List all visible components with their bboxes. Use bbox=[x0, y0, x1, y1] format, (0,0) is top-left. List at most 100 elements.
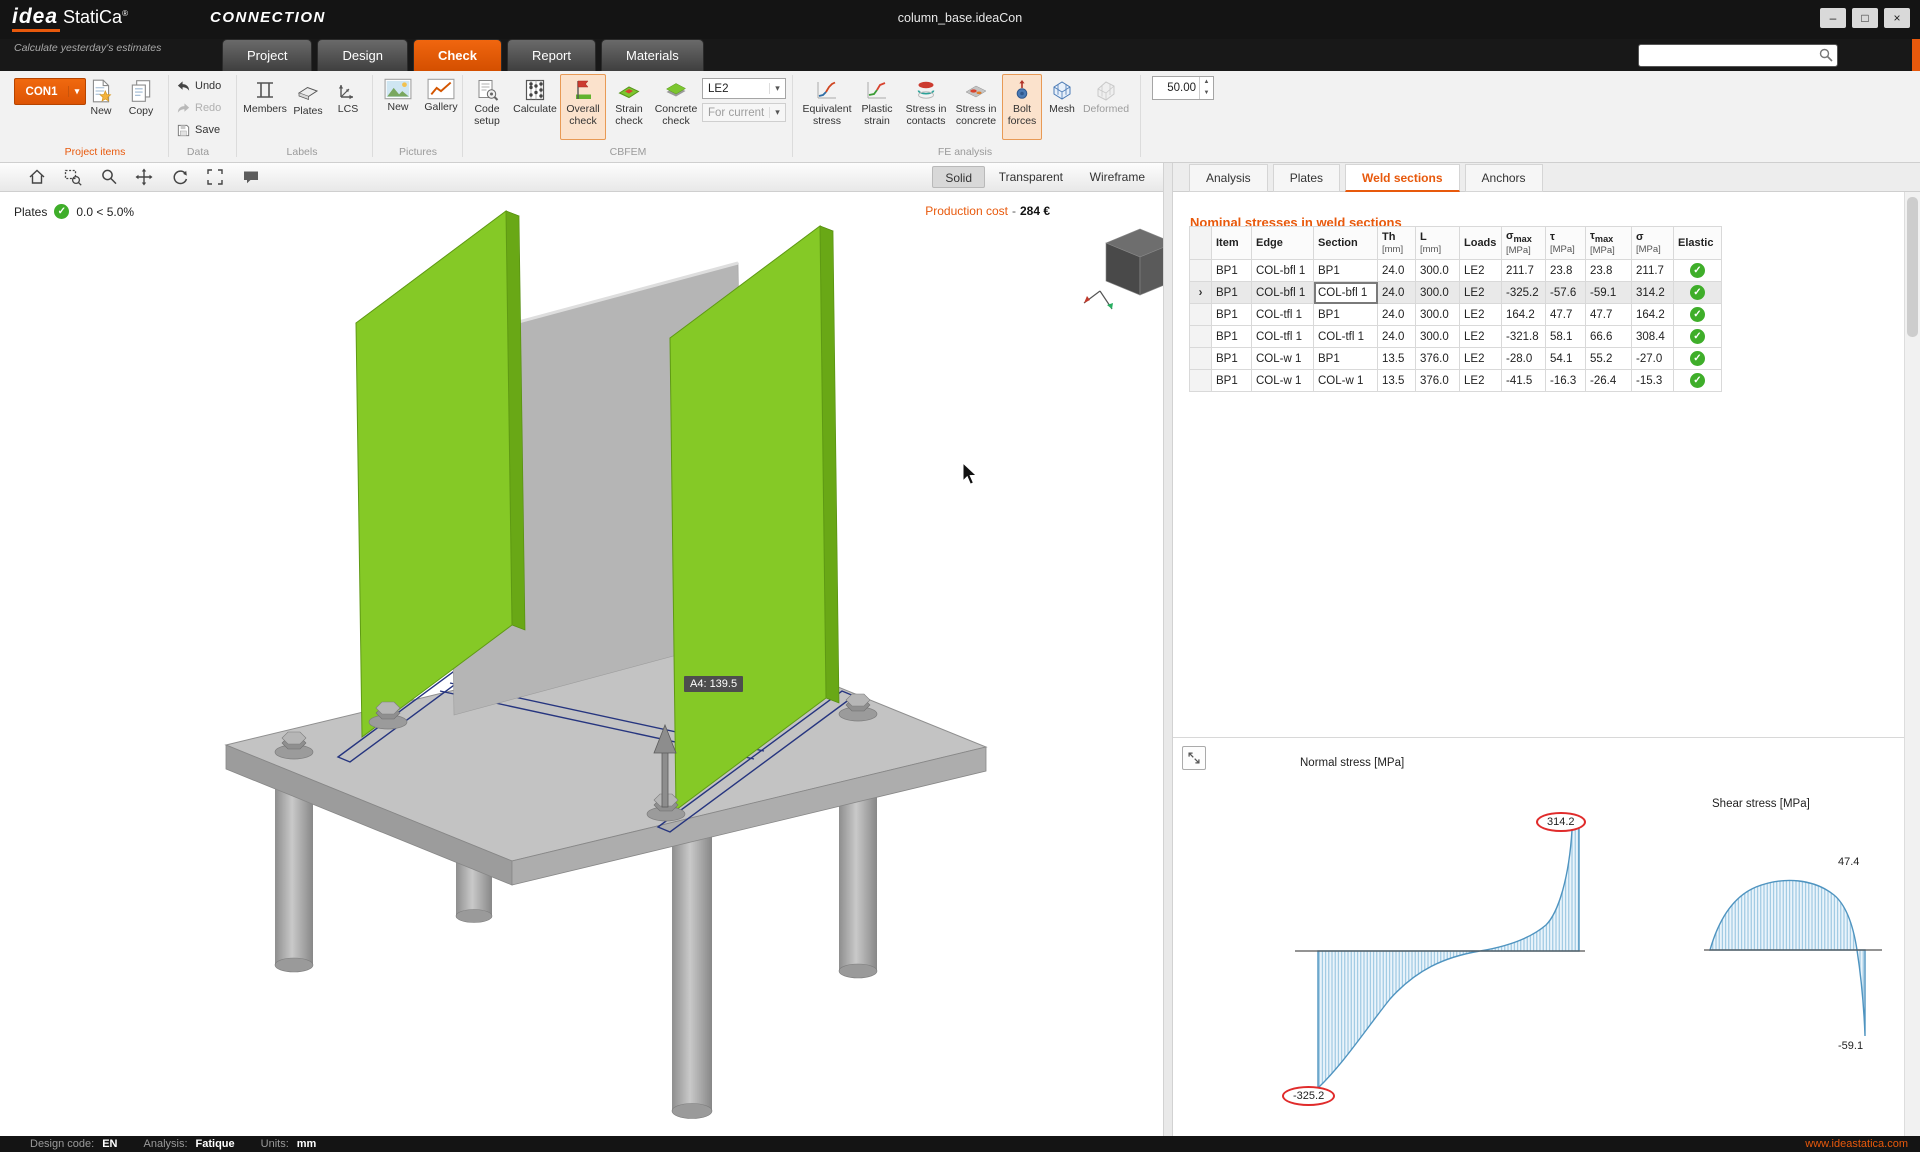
bolt-forces-button[interactable]: Bolt forces bbox=[1002, 74, 1042, 140]
website-link[interactable]: www.ideastatica.com bbox=[1805, 1138, 1908, 1150]
tab-anchors[interactable]: Anchors bbox=[1465, 164, 1543, 192]
tab-check[interactable]: Check bbox=[413, 39, 502, 71]
cell-th[interactable]: 13.5 bbox=[1378, 370, 1416, 392]
row-selector[interactable] bbox=[1190, 348, 1212, 370]
cell-section[interactable]: BP1 bbox=[1314, 260, 1378, 282]
cell-loads[interactable]: LE2 bbox=[1460, 304, 1502, 326]
redo-button[interactable]: Redo bbox=[176, 98, 221, 118]
load-case-dropdown[interactable]: LE2▾ bbox=[702, 78, 786, 99]
column-header-th[interactable]: Th[mm] bbox=[1378, 227, 1416, 260]
cell-t[interactable]: -57.6 bbox=[1546, 282, 1586, 304]
search-icon[interactable] bbox=[1818, 47, 1834, 68]
tab-materials[interactable]: Materials bbox=[601, 39, 704, 71]
row-selector[interactable]: › bbox=[1190, 282, 1212, 304]
code-setup-button[interactable]: Code setup bbox=[464, 74, 510, 140]
column-header-edge[interactable]: Edge bbox=[1252, 227, 1314, 260]
cell-section[interactable]: COL-bfl 1 bbox=[1314, 282, 1378, 304]
cell-section[interactable]: COL-w 1 bbox=[1314, 370, 1378, 392]
labels-members-toggle[interactable]: Members bbox=[244, 74, 286, 140]
anchor-rod[interactable] bbox=[275, 783, 313, 972]
deformed-scale-stepper[interactable]: 50.00 ▲▼ bbox=[1152, 76, 1214, 100]
column-header-σ[interactable]: σ[MPa] bbox=[1632, 227, 1674, 260]
tab-weld-sections[interactable]: Weld sections bbox=[1345, 164, 1459, 192]
cell-th[interactable]: 24.0 bbox=[1378, 326, 1416, 348]
labels-lcs-toggle[interactable]: LCS bbox=[330, 74, 366, 140]
zoom-button[interactable] bbox=[96, 165, 122, 189]
comment-button[interactable] bbox=[238, 165, 264, 189]
home-view-button[interactable] bbox=[24, 165, 50, 189]
table-row[interactable]: BP1COL-w 1COL-w 113.5376.0LE2-41.5-16.3-… bbox=[1190, 370, 1722, 392]
table-row[interactable]: BP1COL-tfl 1COL-tfl 124.0300.0LE2-321.85… bbox=[1190, 326, 1722, 348]
cell-smax[interactable]: -41.5 bbox=[1502, 370, 1546, 392]
tab-plates[interactable]: Plates bbox=[1273, 164, 1340, 192]
cell-item[interactable]: BP1 bbox=[1212, 304, 1252, 326]
cell-section[interactable]: BP1 bbox=[1314, 304, 1378, 326]
pan-button[interactable] bbox=[131, 165, 157, 189]
deformed-button[interactable]: Deformed bbox=[1082, 74, 1130, 140]
cell-tmax[interactable]: -26.4 bbox=[1586, 370, 1632, 392]
cell-edge[interactable]: COL-tfl 1 bbox=[1252, 304, 1314, 326]
search-input[interactable] bbox=[1643, 46, 1815, 65]
column-header-loads[interactable]: Loads bbox=[1460, 227, 1502, 260]
cell-tmax[interactable]: 55.2 bbox=[1586, 348, 1632, 370]
view-mode-transparent[interactable]: Transparent bbox=[987, 166, 1075, 188]
cell-s[interactable]: 211.7 bbox=[1632, 260, 1674, 282]
cell-edge[interactable]: COL-tfl 1 bbox=[1252, 326, 1314, 348]
cell-loads[interactable]: LE2 bbox=[1460, 282, 1502, 304]
cell-t[interactable]: 54.1 bbox=[1546, 348, 1586, 370]
picture-new-button[interactable]: New bbox=[378, 74, 418, 140]
mesh-button[interactable]: Mesh bbox=[1044, 74, 1080, 140]
close-button[interactable]: × bbox=[1884, 8, 1910, 28]
column-header-section[interactable]: Section bbox=[1314, 227, 1378, 260]
cell-loads[interactable]: LE2 bbox=[1460, 260, 1502, 282]
cell-th[interactable]: 13.5 bbox=[1378, 348, 1416, 370]
cell-s[interactable]: 164.2 bbox=[1632, 304, 1674, 326]
cell-smax[interactable]: 211.7 bbox=[1502, 260, 1546, 282]
tab-project[interactable]: Project bbox=[222, 39, 312, 71]
table-row[interactable]: ›BP1COL-bfl 1COL-bfl 124.0300.0LE2-325.2… bbox=[1190, 282, 1722, 304]
cell-th[interactable]: 24.0 bbox=[1378, 304, 1416, 326]
cell-th[interactable]: 24.0 bbox=[1378, 282, 1416, 304]
column-header-σmax[interactable]: σmax[MPa] bbox=[1502, 227, 1546, 260]
view-mode-solid[interactable]: Solid bbox=[932, 166, 985, 188]
cell-item[interactable]: BP1 bbox=[1212, 282, 1252, 304]
cell-t[interactable]: -16.3 bbox=[1546, 370, 1586, 392]
cell-smax[interactable]: -28.0 bbox=[1502, 348, 1546, 370]
labels-plates-toggle[interactable]: Plates bbox=[288, 74, 328, 140]
cell-edge[interactable]: COL-w 1 bbox=[1252, 370, 1314, 392]
view-cube[interactable] bbox=[1084, 229, 1163, 309]
overall-check-button[interactable]: Overall check bbox=[560, 74, 606, 140]
new-project-item-button[interactable]: New bbox=[82, 74, 120, 140]
viewport-3d-scene[interactable] bbox=[0, 163, 1163, 1136]
cell-section[interactable]: BP1 bbox=[1314, 348, 1378, 370]
stepper-arrows[interactable]: ▲▼ bbox=[1199, 77, 1213, 99]
connection-item-selector[interactable]: CON1▾ bbox=[14, 78, 86, 105]
cell-item[interactable]: BP1 bbox=[1212, 260, 1252, 282]
save-button[interactable]: Save bbox=[176, 120, 220, 140]
cell-l[interactable]: 376.0 bbox=[1416, 370, 1460, 392]
cell-item[interactable]: BP1 bbox=[1212, 326, 1252, 348]
cell-loads[interactable]: LE2 bbox=[1460, 370, 1502, 392]
plastic-strain-button[interactable]: Plastic strain bbox=[854, 74, 900, 140]
cell-section[interactable]: COL-tfl 1 bbox=[1314, 326, 1378, 348]
search-box[interactable] bbox=[1638, 44, 1838, 67]
scale-value[interactable]: 50.00 bbox=[1153, 77, 1199, 99]
row-selector[interactable] bbox=[1190, 260, 1212, 282]
minimize-button[interactable]: – bbox=[1820, 8, 1846, 28]
calculate-button[interactable]: Calculate bbox=[512, 74, 558, 140]
table-row[interactable]: BP1COL-tfl 1BP124.0300.0LE2164.247.747.7… bbox=[1190, 304, 1722, 326]
cell-t[interactable]: 23.8 bbox=[1546, 260, 1586, 282]
expand-chart-button[interactable] bbox=[1182, 746, 1206, 770]
cell-smax[interactable]: 164.2 bbox=[1502, 304, 1546, 326]
cell-edge[interactable]: COL-bfl 1 bbox=[1252, 260, 1314, 282]
tab-design[interactable]: Design bbox=[317, 39, 407, 71]
stress-in-contacts-button[interactable]: Stress in contacts bbox=[902, 74, 950, 140]
rotate-view-button[interactable] bbox=[167, 165, 193, 189]
table-row[interactable]: BP1COL-w 1BP113.5376.0LE2-28.054.155.2-2… bbox=[1190, 348, 1722, 370]
zoom-window-button[interactable] bbox=[60, 165, 86, 189]
anchor-rod[interactable] bbox=[839, 791, 877, 978]
copy-project-item-button[interactable]: Copy bbox=[122, 74, 160, 140]
picture-gallery-button[interactable]: Gallery bbox=[420, 74, 462, 140]
load-scope-dropdown[interactable]: For current▾ bbox=[702, 103, 786, 122]
anchor-rod[interactable] bbox=[672, 833, 712, 1119]
